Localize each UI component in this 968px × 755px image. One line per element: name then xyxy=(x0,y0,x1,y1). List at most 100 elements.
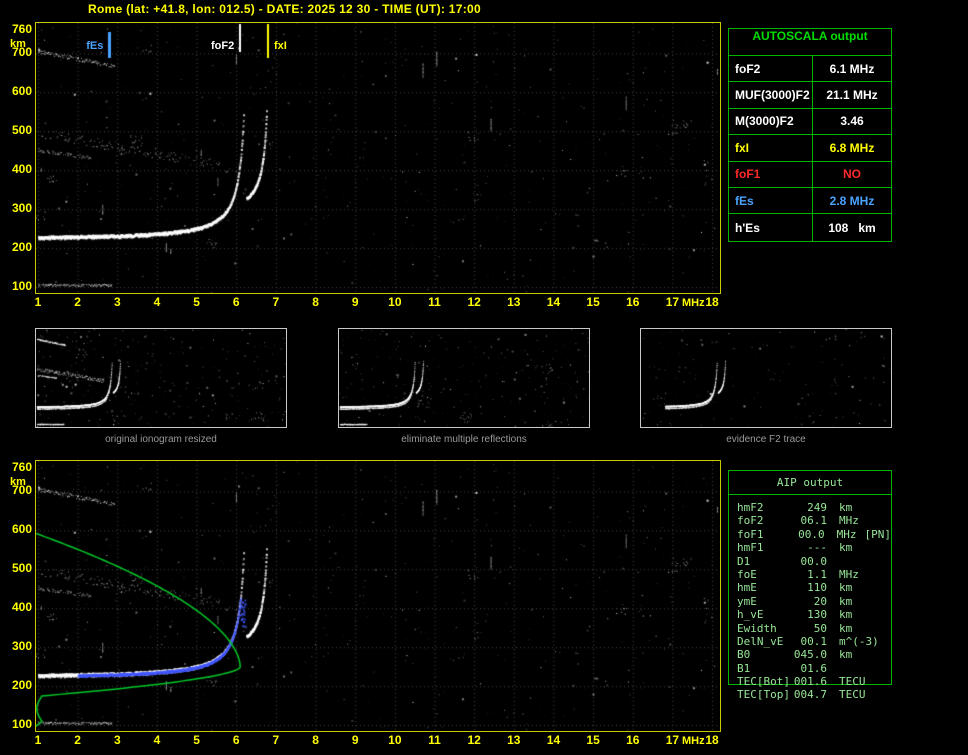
thumbnail-caption-evidence: evidence F2 trace xyxy=(726,434,806,445)
autoscala-param-value: 21.1 MHz xyxy=(826,88,878,103)
thumbnail-evidence-f2 xyxy=(640,328,892,428)
aip-param-unit: km xyxy=(839,581,853,595)
autoscala-screen: Rome (lat: +41.8, lon: 012.5) - DATE: 20… xyxy=(0,0,968,755)
thumbnail-original-ionogram xyxy=(35,328,287,428)
aip-row-h_vE: h_vE 130 km xyxy=(737,608,891,621)
bottom-x-tick-17: 17 xyxy=(665,733,680,747)
autoscala-row-foF1: foF1 NO xyxy=(729,161,891,188)
autoscala-row-M(3000)F2: M(3000)F2 3.46 xyxy=(729,108,891,136)
top-y-tick-100: 100 xyxy=(11,279,32,294)
bottom-x-tick-16: 16 xyxy=(626,733,640,747)
aip-param-value: 00.0 xyxy=(798,527,825,541)
aip-param-value: 1.1 xyxy=(807,567,827,581)
aip-param-unit: km xyxy=(839,541,853,555)
aip-tec-row-TEC[Bot]: TEC[Bot] 001.6 TECU xyxy=(737,675,891,688)
autoscala-row-fxI: fxI 6.8 MHz xyxy=(729,135,891,162)
bottom-x-tick-14: 14 xyxy=(546,733,561,747)
bottom-ionogram-plot xyxy=(35,460,721,732)
aip-row-hmF1: hmF1 --- km xyxy=(737,541,891,554)
aip-param-label: TEC[Bot] xyxy=(737,675,790,689)
thumbnail-eliminate-reflections xyxy=(338,328,590,428)
aip-row-DelN_vE: DelN_vE 00.1 m^(-3) xyxy=(737,635,891,648)
bottom-y-axis-unit: km xyxy=(10,476,26,488)
bottom-x-tick-8: 8 xyxy=(312,733,319,747)
aip-param-value: 110 xyxy=(807,581,827,595)
aip-table-title: AIP output xyxy=(729,471,891,495)
aip-param-label: ymE xyxy=(737,594,757,608)
aip-param-unit: MHz xyxy=(839,514,859,528)
bottom-x-tick-5: 5 xyxy=(193,733,200,747)
top-y-tick-400: 400 xyxy=(11,162,32,177)
marker-label-foF2: foF2 xyxy=(210,40,235,52)
aip-param-unit: km xyxy=(839,594,853,608)
page-title: Rome (lat: +41.8, lon: 012.5) - DATE: 20… xyxy=(88,2,481,16)
autoscala-param-value: 6.1 MHz xyxy=(829,61,875,76)
bottom-y-tick-400: 400 xyxy=(11,600,32,615)
bottom-x-tick-15: 15 xyxy=(586,733,600,747)
aip-row-foF1: foF1 00.0 MHz [PN] xyxy=(737,528,891,541)
aip-row-hmF2: hmF2 249 km xyxy=(737,501,891,514)
autoscala-param-value: 2.8 MHz xyxy=(829,193,875,208)
aip-output-table: AIP output hmF2 249 km foF2 06.1 MHz foF1 00.0 M… xyxy=(728,470,892,701)
top-y-tick-760: 760 xyxy=(11,22,32,36)
top-x-tick-9: 9 xyxy=(351,295,359,309)
bottom-x-tick-13: 13 xyxy=(507,733,521,747)
top-x-tick-15: 15 xyxy=(586,295,600,309)
aip-param-value: 00.0 xyxy=(800,554,828,568)
autoscala-param-value: NO xyxy=(843,167,861,182)
bottom-y-tick-100: 100 xyxy=(11,717,32,732)
aip-param-label: B1 xyxy=(737,661,751,675)
bottom-x-tick-2: 2 xyxy=(74,733,81,747)
autoscala-param-label: fEs xyxy=(729,187,813,214)
top-y-axis-unit: km xyxy=(10,38,26,50)
aip-param-label: DelN_vE xyxy=(737,634,784,648)
autoscala-table-rows: foF2 6.1 MHz MUF(3000)F2 21.1 MHz M(3000)F2 3… xyxy=(729,56,891,241)
top-x-tick-1: 1 xyxy=(34,295,42,309)
top-y-tick-500: 500 xyxy=(11,123,32,138)
thumbnail-evidence-canvas xyxy=(641,329,891,427)
autoscala-row-MUF(3000)F2: MUF(3000)F2 21.1 MHz xyxy=(729,82,891,109)
aip-row-foF2: foF2 06.1 MHz xyxy=(737,514,891,527)
top-ionogram-canvas xyxy=(36,23,720,293)
top-x-tick-17: 17 xyxy=(665,295,680,309)
aip-param-value: 001.6 xyxy=(793,675,827,689)
top-x-tick-13: 13 xyxy=(507,295,521,309)
aip-param-unit: km xyxy=(839,608,853,622)
aip-param-label: foF2 xyxy=(737,514,764,528)
aip-row-Ewidth: Ewidth 50 km xyxy=(737,622,891,635)
aip-param-value: 004.7 xyxy=(793,688,827,702)
aip-table-rows: hmF2 249 km foF2 06.1 MHz foF1 00.0 MHz [PN] hmF1 -… xyxy=(729,495,891,702)
top-x-tick-10: 10 xyxy=(388,295,402,309)
top-x-axis-unit: MHz xyxy=(682,297,705,309)
aip-param-value: 06.1 xyxy=(800,514,828,528)
top-x-tick-16: 16 xyxy=(626,295,640,309)
aip-param-label: hmF1 xyxy=(737,541,764,555)
top-x-tick-7: 7 xyxy=(272,295,280,309)
aip-param-unit: TECU xyxy=(839,688,866,702)
aip-param-value: 00.1 xyxy=(800,634,828,648)
aip-param-unit: m^(-3) xyxy=(839,634,879,648)
autoscala-param-value: 6.8 MHz xyxy=(829,140,875,155)
autoscala-param-label: foF1 xyxy=(729,161,813,187)
aip-param-unit: TECU xyxy=(839,675,866,689)
top-x-tick-11: 11 xyxy=(428,295,441,309)
autoscala-row-h'Es: h'Es 108 km xyxy=(729,214,891,241)
aip-param-unit: km xyxy=(839,621,853,635)
aip-param-label: D1 xyxy=(737,554,751,568)
aip-row-B0: B0 045.0 km xyxy=(737,648,891,661)
aip-param-value: 045.0 xyxy=(793,648,827,662)
aip-row-ymE: ymE 20 km xyxy=(737,595,891,608)
autoscala-param-label: fxI xyxy=(729,135,813,161)
top-x-tick-4: 4 xyxy=(153,295,161,309)
top-x-tick-6: 6 xyxy=(232,295,240,309)
aip-row-D1: D1 00.0 xyxy=(737,555,891,568)
marker-label-fEs: fEs xyxy=(86,40,104,52)
bottom-x-tick-7: 7 xyxy=(272,733,280,747)
top-y-tick-200: 200 xyxy=(11,240,32,255)
bottom-x-tick-9: 9 xyxy=(351,733,359,747)
aip-row-B1: B1 01.6 xyxy=(737,662,891,675)
bottom-x-tick-1: 1 xyxy=(34,733,42,747)
top-y-tick-600: 600 xyxy=(11,84,32,99)
aip-param-label: Ewidth xyxy=(737,621,777,635)
bottom-x-tick-11: 11 xyxy=(428,733,441,747)
